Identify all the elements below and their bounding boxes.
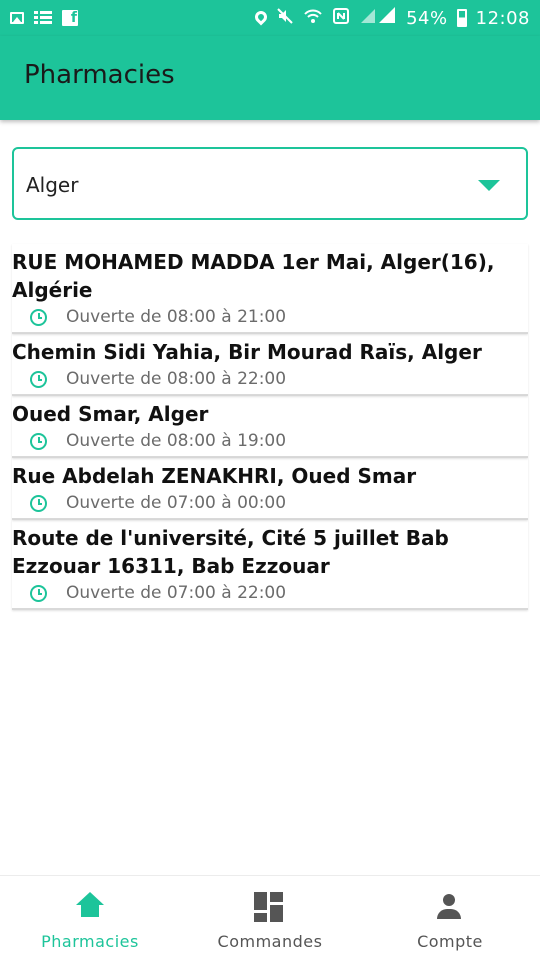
pharmacy-hours: Ouverte de 08:00 à 21:00 — [66, 307, 287, 327]
list-item[interactable]: Oued Smar, Alger Ouverte de 08:00 à 19:0… — [12, 396, 528, 458]
city-select[interactable]: Alger — [12, 147, 528, 220]
clock-icon — [30, 370, 47, 388]
hours-row: Ouverte de 08:00 à 22:00 — [12, 366, 528, 392]
pharmacy-address: Rue Abdelah ZENAKHRI, Oued Smar — [12, 464, 417, 488]
pharmacy-address: Route de l'université, Cité 5 juillet Ba… — [12, 526, 449, 578]
nav-item-commandes[interactable]: Commandes — [180, 876, 360, 960]
pharmacy-hours: Ouverte de 07:00 à 00:00 — [66, 493, 287, 513]
nav-label: Commandes — [217, 932, 323, 951]
wifi-icon — [303, 7, 323, 30]
list-item[interactable]: Rue Abdelah ZENAKHRI, Oued Smar Ouverte … — [12, 458, 528, 520]
home-icon — [74, 892, 106, 924]
city-select-value: Alger — [26, 173, 79, 197]
pharmacy-address: Oued Smar, Alger — [12, 402, 209, 426]
list-icon — [34, 11, 52, 25]
person-icon — [434, 892, 466, 924]
list-item[interactable]: RUE MOHAMED MADDA 1er Mai, Alger(16), Al… — [12, 244, 528, 334]
hours-row: Ouverte de 07:00 à 00:00 — [12, 490, 528, 516]
clock-icon — [30, 584, 47, 602]
hours-row: Ouverte de 08:00 à 19:00 — [12, 428, 528, 454]
mute-icon — [276, 7, 294, 30]
clock: 12:08 — [475, 7, 530, 29]
location-icon — [252, 8, 270, 25]
clock-icon — [30, 308, 47, 326]
nav-label: Compte — [417, 932, 483, 951]
page-title: Pharmacies — [24, 60, 175, 90]
clock-icon — [30, 494, 47, 512]
nav-item-compte[interactable]: Compte — [360, 876, 540, 960]
list-item[interactable]: Chemin Sidi Yahia, Bir Mourad Raïs, Alge… — [12, 334, 528, 396]
status-left: f — [10, 10, 78, 26]
chevron-down-icon[interactable] — [478, 180, 500, 191]
pharmacy-hours: Ouverte de 08:00 à 19:00 — [66, 431, 287, 451]
nav-label: Pharmacies — [41, 932, 139, 951]
pharmacy-hours: Ouverte de 07:00 à 22:00 — [66, 583, 287, 603]
battery-percent: 54% — [406, 7, 448, 29]
nfc-icon — [332, 7, 350, 30]
status-bar: f 54% 12:08 — [0, 0, 540, 36]
facebook-icon: f — [62, 10, 78, 26]
dashboard-icon — [254, 892, 286, 924]
image-icon — [10, 12, 24, 24]
app-bar: Pharmacies — [0, 36, 540, 120]
bottom-nav: Pharmacies Commandes Compte — [0, 875, 540, 960]
pharmacy-list: RUE MOHAMED MADDA 1er Mai, Alger(16), Al… — [12, 244, 528, 610]
pharmacy-address: RUE MOHAMED MADDA 1er Mai, Alger(16), Al… — [12, 250, 495, 302]
hours-row: Ouverte de 08:00 à 21:00 — [12, 304, 528, 330]
pharmacy-hours: Ouverte de 08:00 à 22:00 — [66, 369, 287, 389]
list-item[interactable]: Route de l'université, Cité 5 juillet Ba… — [12, 520, 528, 610]
nav-item-pharmacies[interactable]: Pharmacies — [0, 876, 180, 960]
signal-icon — [359, 6, 397, 30]
status-right: 54% 12:08 — [252, 6, 530, 30]
battery-icon — [456, 9, 467, 27]
clock-icon — [30, 432, 47, 450]
pharmacy-address: Chemin Sidi Yahia, Bir Mourad Raïs, Alge… — [12, 340, 482, 364]
hours-row: Ouverte de 07:00 à 22:00 — [12, 580, 528, 606]
